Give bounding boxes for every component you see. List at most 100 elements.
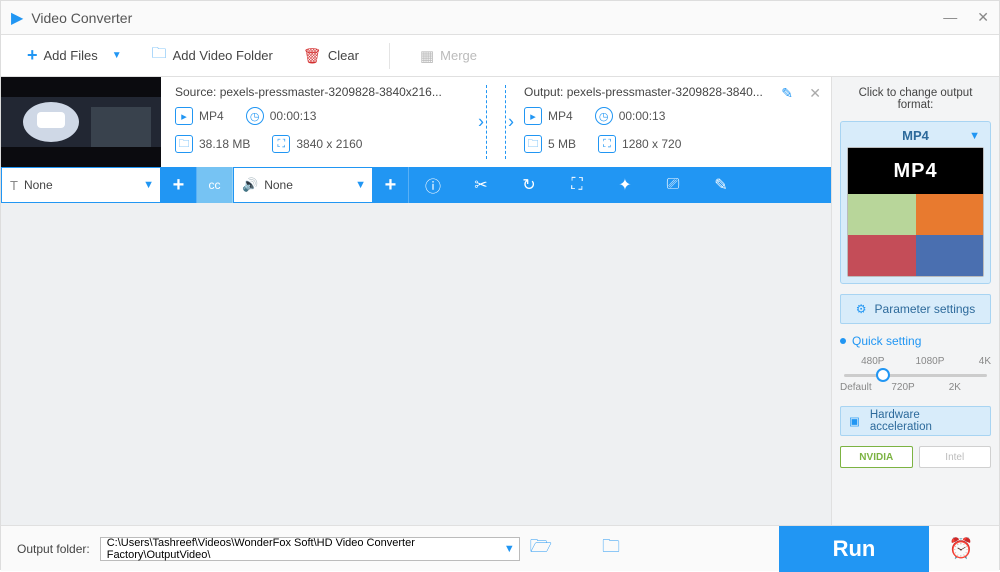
add-folder-label: Add Video Folder [173,48,273,63]
settings-icon: ⚙ [856,302,867,316]
source-format: MP4 [199,109,224,123]
chevron-right-icon: › [478,112,484,133]
format-icon: ▸ [175,107,193,125]
merge-icon: ▦ [420,47,434,65]
source-duration: 00:00:13 [270,109,317,123]
file-list-panel: Source: pexels-pressmaster-3209828-3840x… [1,77,831,525]
subtitle-value: None [24,178,53,192]
dropdown-caret-icon[interactable]: ▼ [112,50,122,61]
output-format-panel: Click to change output format: MP4 ▼ MP4… [831,77,999,525]
edit-button[interactable]: ✎ [697,167,745,203]
mp4-badge: MP4 [848,148,983,194]
audio-dropdown[interactable]: 🔊 None ▼ [233,167,373,203]
source-size: 38.18 MB [199,137,250,151]
tick-1080p: 1080P [916,356,945,367]
clock-icon: ◷ [246,107,264,125]
app-logo-icon: ▶ [11,8,23,28]
output-folder-value: C:\Users\Tashreef\Videos\WonderFox Soft\… [107,537,513,561]
video-thumbnail[interactable] [1,77,161,167]
run-button[interactable]: Run [779,526,929,572]
tick-2k: 2K [949,382,961,393]
output-size: 5 MB [548,137,576,151]
cc-button[interactable]: cc [197,167,233,203]
quality-slider[interactable]: 480P 1080P 4K Default 720P 2K [840,356,991,396]
chevron-down-icon: ▼ [355,179,366,191]
merge-label: Merge [440,48,477,63]
output-folder-label: Output folder: [17,542,90,556]
source-info: Source: pexels-pressmaster-3209828-3840x… [161,77,482,167]
intel-toggle[interactable]: Intel [919,446,992,468]
effects-button[interactable]: ✦ [601,167,649,203]
quick-setting: Quick setting 480P 1080P 4K Default 720P… [840,334,991,396]
hardware-accel-label: Hardware acceleration [870,409,982,433]
output-folder-input[interactable]: C:\Users\Tashreef\Videos\WonderFox Soft\… [100,537,520,561]
output-format: MP4 [548,109,573,123]
divider [389,43,390,69]
tick-720p: 720P [891,382,914,393]
slider-knob[interactable] [876,368,890,382]
crop-button[interactable]: ⛶ [553,167,601,203]
dimensions-icon: ⛶ [598,135,616,153]
tick-480p: 480P [861,356,884,367]
browse-folder-button[interactable]: 🗁 [530,534,552,564]
tick-default: Default [840,382,872,393]
clear-label: Clear [328,48,359,63]
rotate-button[interactable]: ↻ [505,167,553,203]
minimize-button[interactable]: — [943,9,957,26]
filesize-icon: 🗀 [175,135,193,153]
dimensions-icon: ⛶ [272,135,290,153]
plus-icon: + [27,45,38,66]
open-folder-button[interactable]: 🗀 [602,534,620,564]
file-row[interactable]: Source: pexels-pressmaster-3209828-3840x… [1,77,831,167]
quick-setting-label: Quick setting [852,334,921,348]
add-audio-button[interactable]: + [373,167,409,203]
clock-icon: ◷ [595,107,613,125]
remove-file-button[interactable]: ✕ [809,85,821,102]
output-format-selector[interactable]: MP4 ▼ MP4 [840,121,991,284]
chevron-down-icon: ▼ [504,543,515,555]
titlebar: ▶ Video Converter — ✕ [1,1,999,35]
chip-icon: ▣ [849,414,860,428]
add-files-label: Add Files [44,48,98,63]
add-files-button[interactable]: + Add Files ▼ [21,41,128,70]
chevron-down-icon: ▼ [143,179,154,191]
output-duration: 00:00:13 [619,109,666,123]
nvidia-toggle[interactable]: NVIDIA [840,446,913,468]
output-info: Output: pexels-pressmaster-3209828-3840.… [510,77,831,167]
format-thumbnail: MP4 [847,147,984,277]
chevron-down-icon: ▼ [969,130,980,142]
output-format-name: MP4 [902,128,929,143]
cut-button[interactable]: ✂ [457,167,505,203]
trash-icon: 🗑 [303,47,322,65]
info-button[interactable]: ⓘ [409,167,457,203]
parameter-settings-button[interactable]: ⚙ Parameter settings [840,294,991,324]
edit-actionbar: T None ▼ + cc 🔊 None ▼ + ⓘ ✂ ↻ ⛶ ✦ ⎚ ✎ [1,167,831,203]
output-dimensions: 1280 x 720 [622,137,681,151]
source-filename: Source: pexels-pressmaster-3209828-3840x… [175,85,468,99]
clear-button[interactable]: 🗑 Clear [297,43,365,69]
toolbar: + Add Files ▼ 🗀 Add Video Folder 🗑 Clear… [1,35,999,77]
format-icon: ▸ [524,107,542,125]
app-title: Video Converter [31,10,132,26]
source-dimensions: 3840 x 2160 [296,137,362,151]
scheduler-button[interactable]: ⏰ [939,536,983,561]
speaker-icon: 🔊 [242,177,258,193]
folder-plus-icon: 🗀 [152,43,167,68]
add-subtitle-button[interactable]: + [161,167,197,203]
close-button[interactable]: ✕ [977,9,989,26]
conversion-arrow: › › [482,77,510,167]
filesize-icon: 🗀 [524,135,542,153]
hardware-accel-button[interactable]: ▣ Hardware acceleration [840,406,991,436]
merge-button[interactable]: ▦ Merge [414,43,483,69]
tick-4k: 4K [979,356,991,367]
bullet-icon [840,338,846,344]
text-icon: T [10,178,18,193]
audio-value: None [264,178,293,192]
parameter-settings-label: Parameter settings [875,302,976,316]
format-hint: Click to change output format: [840,87,991,111]
bottom-bar: Output folder: C:\Users\Tashreef\Videos\… [1,525,999,571]
watermark-button[interactable]: ⎚ [649,167,697,203]
edit-output-button[interactable]: ✎ [781,85,793,102]
subtitle-dropdown[interactable]: T None ▼ [1,167,161,203]
add-folder-button[interactable]: 🗀 Add Video Folder [146,39,279,72]
